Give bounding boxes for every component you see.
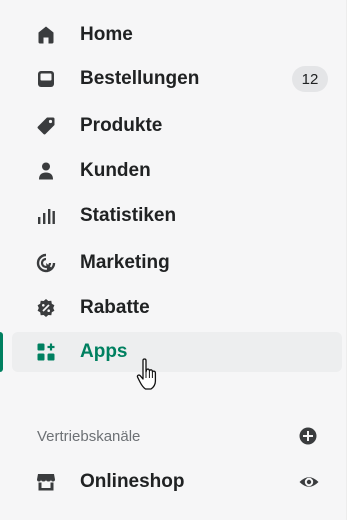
sidebar-item-home[interactable]: Home	[12, 15, 342, 55]
target-icon	[36, 253, 56, 273]
sidebar-item-customers[interactable]: Kunden	[12, 151, 342, 191]
sidebar-item-orders[interactable]: Bestellungen 12	[12, 59, 342, 99]
eye-icon[interactable]	[298, 471, 320, 493]
sidebar-item-label: Home	[80, 24, 133, 45]
discount-icon	[36, 298, 56, 318]
sidebar-item-products[interactable]: Produkte	[12, 106, 342, 146]
sidebar-item-label: Apps	[80, 341, 128, 362]
sidebar-item-label: Kunden	[80, 160, 151, 181]
sidebar-nav: Home Bestellungen 12 Produkte Kunden Sta…	[0, 0, 347, 520]
inbox-icon	[36, 69, 56, 89]
bar-chart-icon	[36, 206, 56, 226]
sidebar-item-label: Rabatte	[80, 297, 150, 318]
active-indicator	[0, 332, 3, 372]
sidebar-item-marketing[interactable]: Marketing	[12, 243, 342, 283]
plus-circle-icon[interactable]	[298, 426, 318, 446]
sidebar-item-label: Statistiken	[80, 205, 177, 226]
sales-channels-heading: Vertriebskanäle	[37, 428, 141, 445]
sidebar-item-apps[interactable]: Apps	[12, 332, 342, 372]
apps-icon	[36, 342, 56, 362]
orders-count-badge: 12	[292, 66, 328, 92]
sidebar-item-label: Onlineshop	[80, 471, 185, 492]
home-icon	[36, 25, 56, 45]
sidebar-item-discounts[interactable]: Rabatte	[12, 288, 342, 328]
person-icon	[36, 161, 56, 181]
sidebar-item-label: Produkte	[80, 115, 163, 136]
sidebar-item-analytics[interactable]: Statistiken	[12, 196, 342, 236]
tag-icon	[36, 116, 56, 136]
sidebar-item-online-store[interactable]: Onlineshop	[12, 462, 342, 502]
sidebar-item-label: Bestellungen	[80, 68, 200, 89]
sidebar-item-label: Marketing	[80, 252, 170, 273]
hand-cursor-icon	[136, 358, 157, 390]
store-icon	[36, 472, 56, 492]
